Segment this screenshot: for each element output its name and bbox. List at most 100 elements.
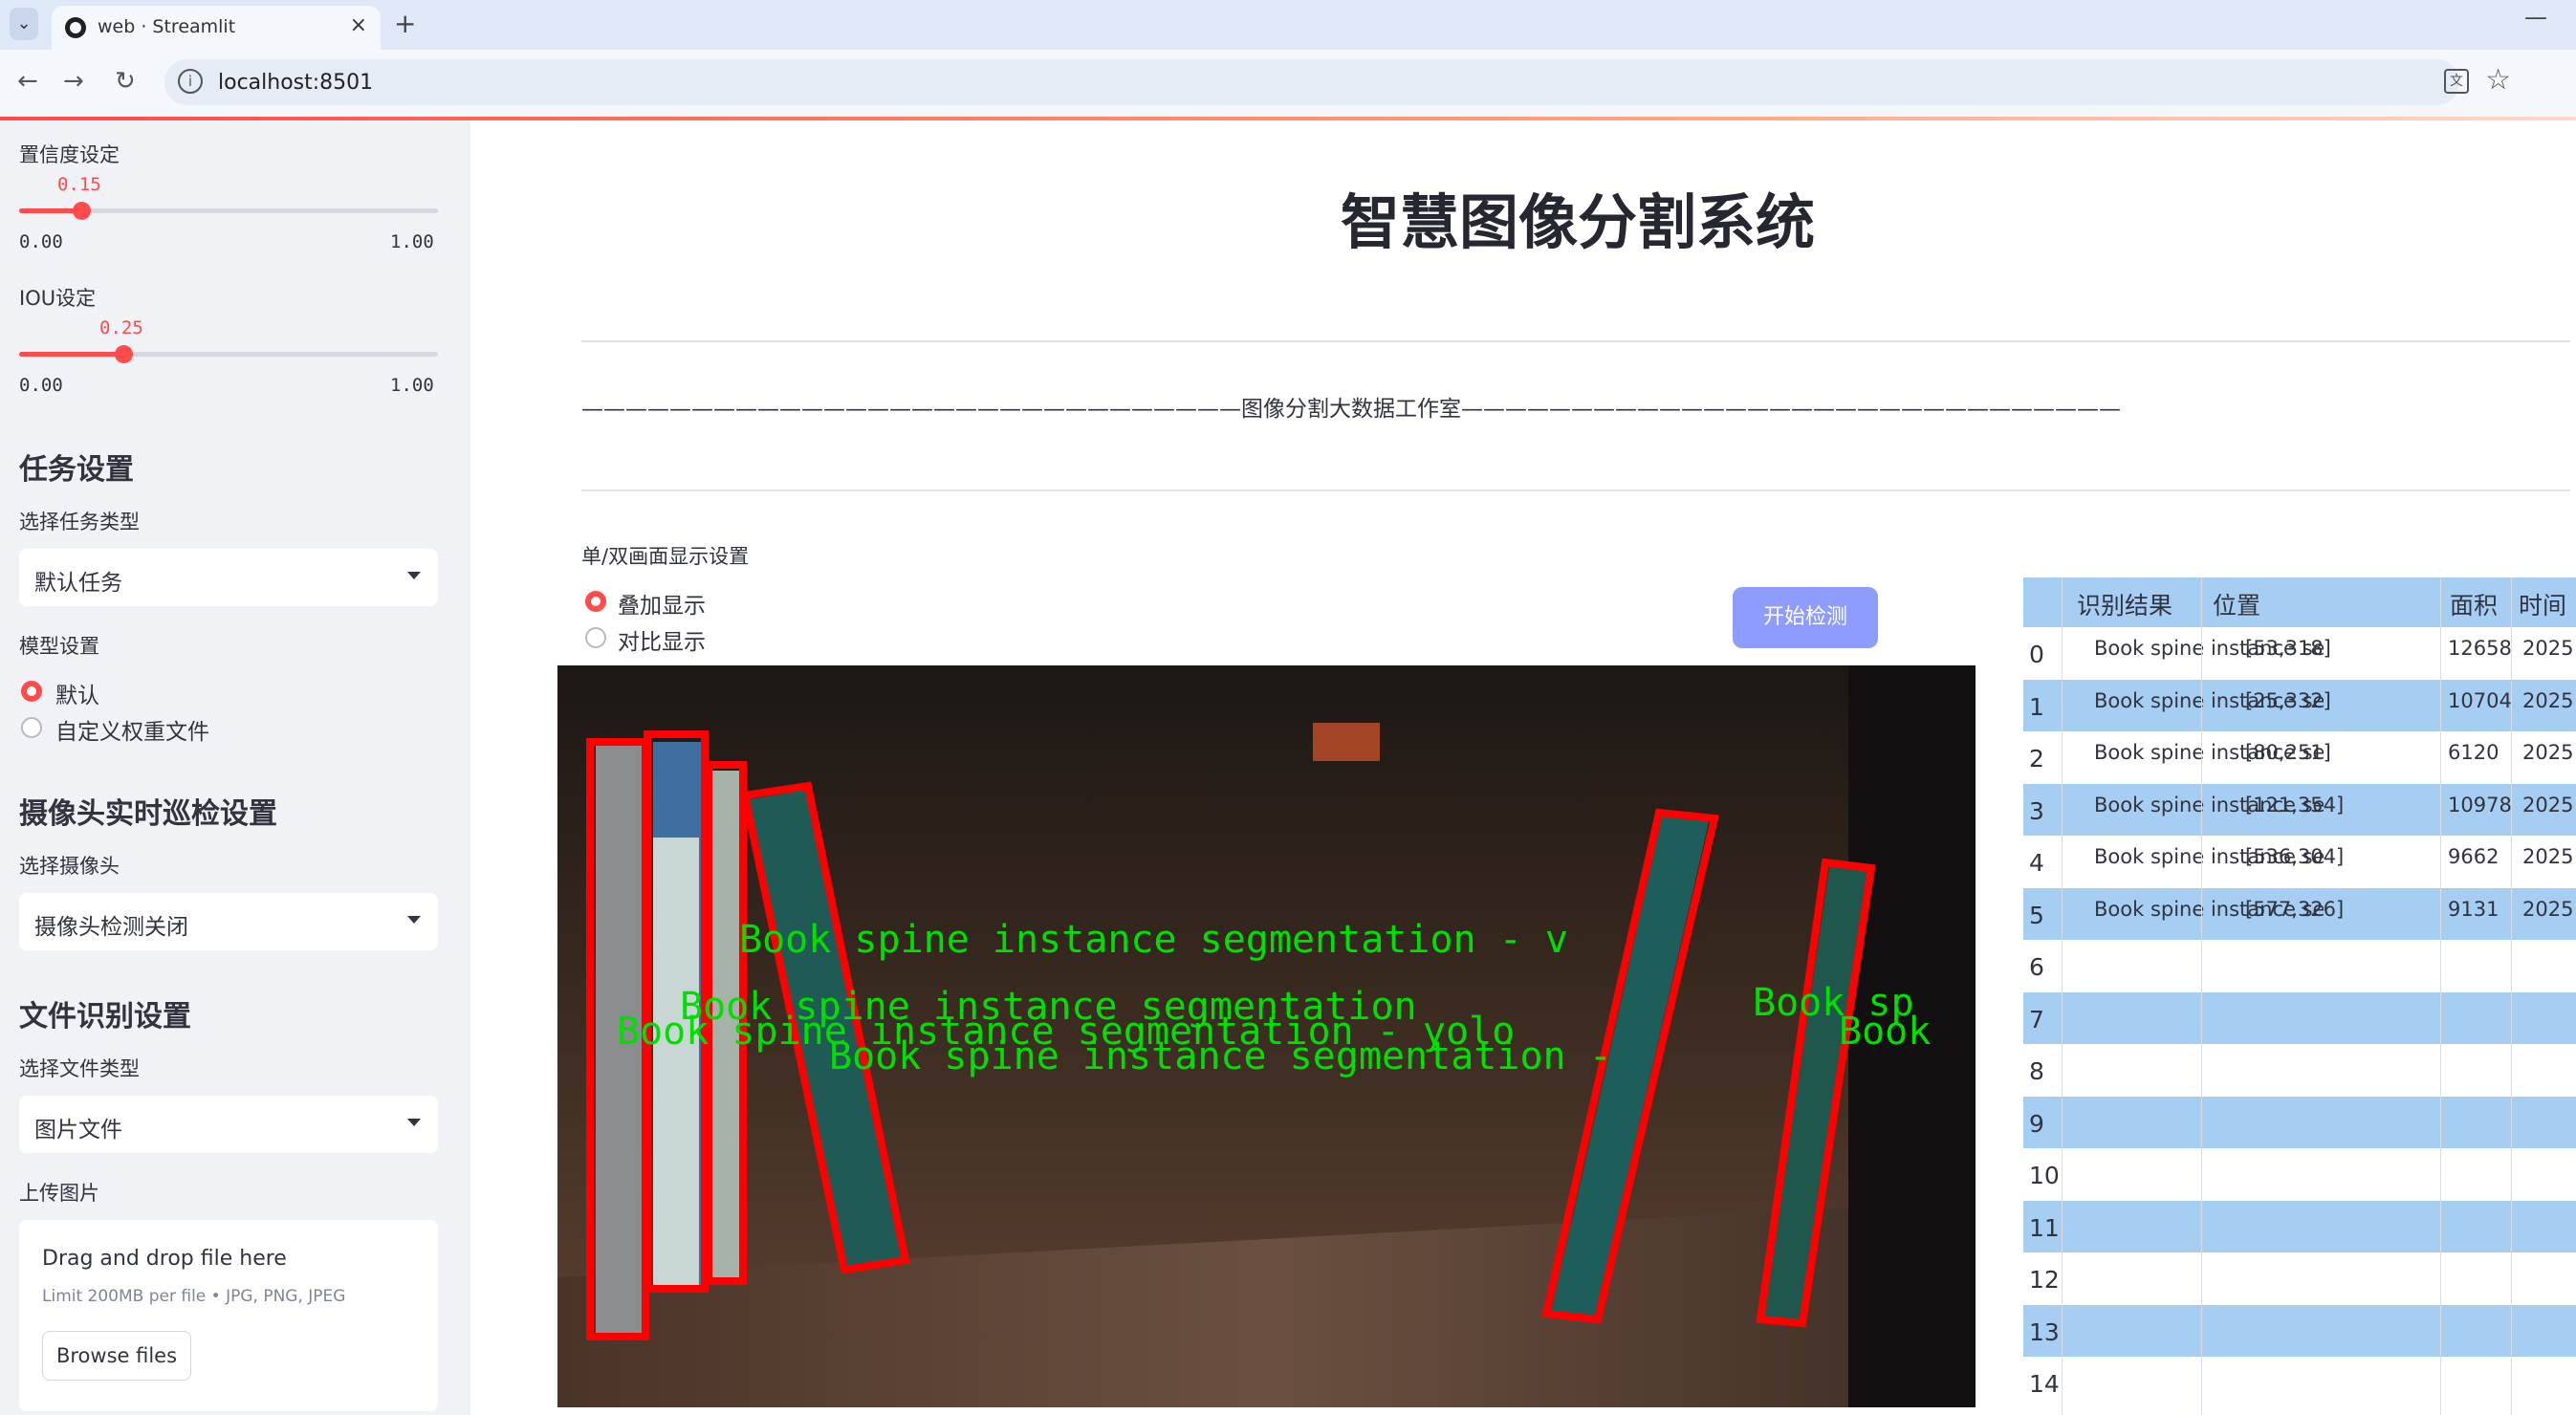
tab-title: web · Streamlit — [98, 16, 236, 37]
table-row[interactable]: 13 — [2023, 1304, 2576, 1357]
cell-time: 2025 — [2522, 793, 2574, 816]
model-option-custom[interactable]: 自定义权重文件 — [55, 713, 209, 746]
confidence-max: 1.00 — [390, 231, 434, 252]
cell-position: [536,304] — [2245, 845, 2345, 868]
table-row[interactable]: 0Book spine instance segmentation[53,318… — [2023, 627, 2576, 680]
studio-divider-text: ——————————————————————————————图像分割大数据工作室… — [581, 397, 2121, 422]
row-index: 2 — [2029, 745, 2044, 773]
back-arrow-icon[interactable]: ← — [17, 67, 38, 96]
file-settings-header: 文件识别设置 — [19, 1000, 191, 1034]
file-type-select[interactable]: 图片文件 — [19, 1096, 438, 1153]
table-row[interactable]: 9 — [2023, 1096, 2576, 1148]
results-table[interactable]: 0Book spine instance segmentation[53,318… — [2023, 577, 2576, 1415]
table-row[interactable]: 7 — [2023, 991, 2576, 1044]
url-field[interactable]: i localhost:8501 — [164, 59, 2459, 105]
table-row[interactable]: 3Book spine instance segmentation[121,35… — [2023, 783, 2576, 836]
detection-result-image: Book spine instance segmentation - v Boo… — [557, 665, 1976, 1407]
row-index: 3 — [2029, 796, 2044, 825]
model-radio-custom[interactable] — [21, 717, 42, 738]
segmentation-canvas: Book spine instance segmentation - v Boo… — [557, 665, 1976, 1407]
table-row[interactable]: 10 — [2023, 1148, 2576, 1201]
table-row[interactable]: 2Book spine instance segmentation[80,251… — [2023, 731, 2576, 784]
file-dropzone[interactable]: Drag and drop file here Limit 200MB per … — [19, 1220, 438, 1411]
display-option-overlay[interactable]: 叠加显示 — [618, 587, 706, 620]
iou-label: IOU设定 — [19, 287, 97, 310]
confidence-label: 置信度设定 — [19, 143, 120, 166]
book-spine-2-label — [653, 838, 699, 1287]
tab-close-icon[interactable]: × — [350, 13, 367, 37]
iou-slider-thumb[interactable] — [115, 345, 133, 363]
iou-slider-fill — [19, 352, 124, 357]
column-divider — [2511, 577, 2512, 1415]
chevron-down-icon — [407, 1119, 421, 1126]
col-header-time[interactable]: 时间 — [2519, 587, 2566, 621]
row-index: 6 — [2029, 953, 2044, 981]
confidence-slider[interactable] — [19, 202, 438, 220]
table-row[interactable]: 11 — [2023, 1200, 2576, 1252]
new-tab-plus-icon[interactable]: + — [394, 8, 416, 39]
display-mode-label: 单/双画面显示设置 — [581, 545, 750, 568]
chevron-down-icon — [407, 572, 421, 579]
row-index: 1 — [2029, 692, 2044, 721]
cell-position: [25,332] — [2245, 688, 2331, 712]
mask-label-text-0: Book spine instance segmentation - v — [739, 918, 1568, 962]
bookmark-star-icon[interactable]: ☆ — [2485, 63, 2511, 97]
iou-slider[interactable] — [19, 345, 438, 363]
row-index: 9 — [2029, 1109, 2044, 1138]
site-info-icon[interactable]: i — [178, 69, 203, 94]
reload-icon[interactable]: ↻ — [115, 67, 136, 96]
start-detection-button[interactable]: 开始检测 — [1733, 587, 1878, 648]
browse-files-button[interactable]: Browse files — [42, 1331, 191, 1381]
column-divider — [2201, 577, 2202, 1415]
display-radio-compare[interactable] — [585, 627, 606, 648]
display-option-compare[interactable]: 对比显示 — [618, 623, 706, 656]
col-header-result[interactable]: 识别结果 — [2077, 587, 2172, 621]
streamlit-favicon-icon — [65, 17, 86, 38]
task-settings-header: 任务设置 — [19, 453, 134, 487]
table-row[interactable]: 5Book spine instance segmentation[577,32… — [2023, 887, 2576, 940]
model-radio-default[interactable] — [21, 681, 42, 702]
column-divider — [2440, 577, 2441, 1415]
table-row[interactable]: 8 — [2023, 1044, 2576, 1097]
mask-label-text-5: Book — [1839, 1010, 1931, 1054]
cell-area: 6120 — [2448, 741, 2500, 764]
camera-label: 选择摄像头 — [19, 855, 120, 878]
forward-arrow-icon[interactable]: → — [63, 67, 84, 96]
model-option-default[interactable]: 默认 — [55, 677, 99, 709]
browser-tab[interactable]: web · Streamlit × — [52, 6, 381, 50]
col-header-area[interactable]: 面积 — [2450, 587, 2498, 621]
confidence-slider-thumb[interactable] — [73, 202, 91, 220]
column-divider — [2062, 577, 2063, 1415]
cell-position: [80,251] — [2245, 741, 2331, 764]
table-row[interactable]: 14 — [2023, 1357, 2576, 1409]
table-row[interactable]: 4Book spine instance segmentation[536,30… — [2023, 836, 2576, 888]
window-minimize-icon[interactable]: — — [2524, 4, 2547, 31]
iou-min: 0.00 — [19, 375, 63, 396]
table-row[interactable]: 6 — [2023, 940, 2576, 992]
task-type-select[interactable]: 默认任务 — [19, 549, 438, 606]
tab-search-chevron-icon[interactable]: ⌄ — [10, 8, 38, 40]
display-radio-overlay[interactable] — [585, 591, 606, 612]
iou-value: 0.25 — [99, 317, 143, 338]
confidence-value: 0.15 — [57, 174, 101, 195]
cell-time: 2025 — [2522, 688, 2574, 712]
col-header-position[interactable]: 位置 — [2213, 587, 2260, 621]
table-row[interactable]: 12 — [2023, 1252, 2576, 1305]
cell-area: 9131 — [2448, 897, 2500, 921]
cell-area: 9662 — [2448, 845, 2500, 868]
row-index: 14 — [2029, 1370, 2060, 1398]
confidence-min: 0.00 — [19, 231, 63, 252]
address-bar-row: ← → ↻ i localhost:8501 文 ☆ — [0, 50, 2576, 117]
table-row[interactable]: 1Book spine instance segmentation[25,332… — [2023, 679, 2576, 731]
page-title: 智慧图像分割系统 — [1340, 187, 1815, 257]
task-type-value: 默认任务 — [34, 571, 122, 596]
cell-area: 12658 — [2448, 637, 2512, 660]
cell-position: [53,318] — [2245, 637, 2331, 660]
iou-max: 1.00 — [390, 375, 434, 396]
translate-icon[interactable]: 文 — [2444, 69, 2469, 94]
divider-bottom — [581, 490, 2570, 491]
url-text[interactable]: localhost:8501 — [218, 71, 373, 95]
camera-select[interactable]: 摄像头检测关闭 — [19, 893, 438, 950]
file-type-label: 选择文件类型 — [19, 1057, 140, 1080]
cell-area: 10704 — [2448, 688, 2512, 712]
